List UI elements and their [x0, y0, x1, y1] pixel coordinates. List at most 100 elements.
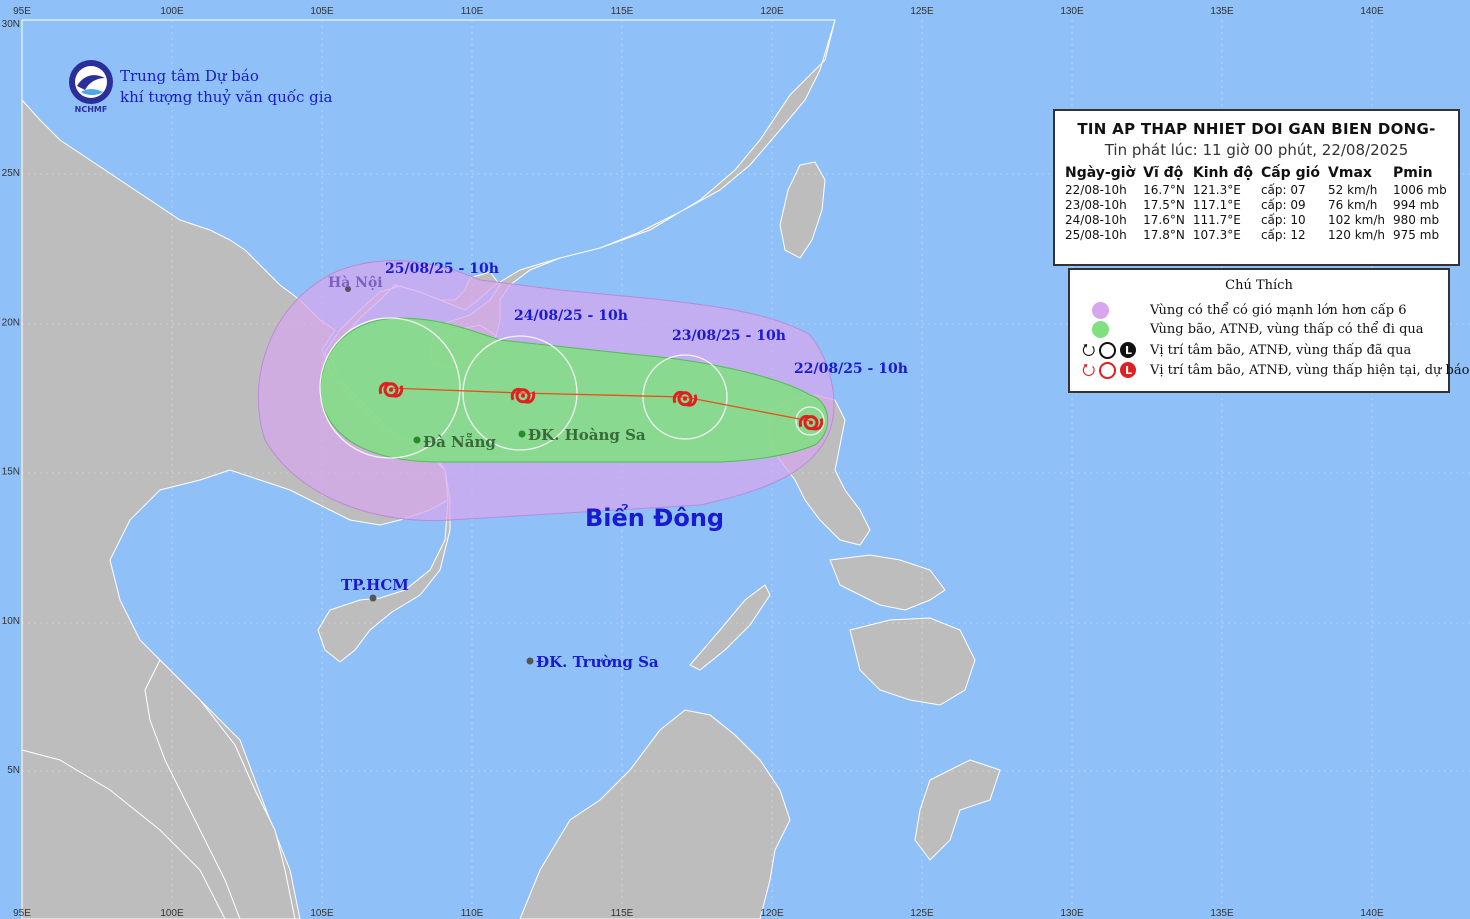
- table-cell: 24/08-10h: [1065, 213, 1127, 227]
- table-header-cell: Vmax: [1328, 165, 1372, 181]
- legend-item-past: ⭮ L Vị trí tâm bão, ATNĐ, vùng thấp đã q…: [1082, 341, 1411, 359]
- table-header-cell: Ngày-giờ: [1065, 165, 1136, 181]
- longitude-label: 140E: [1360, 908, 1384, 919]
- legend-item-storm-zone: Vùng bão, ATNĐ, vùng thấp có thể đi qua: [1082, 320, 1424, 338]
- table-cell: 17.6°N: [1143, 213, 1185, 227]
- legend-item-forecast: ⭮ L Vị trí tâm bão, ATNĐ, vùng thấp hiện…: [1082, 361, 1469, 379]
- longitude-label: 130E: [1060, 6, 1084, 17]
- longitude-label: 125E: [910, 6, 934, 17]
- longitude-label: 95E: [13, 6, 31, 17]
- time-label-2: 23/08/25 - 10h: [672, 328, 786, 344]
- longitude-label: 105E: [310, 908, 334, 919]
- longitude-label: 135E: [1210, 908, 1234, 919]
- legend-item-wind: Vùng có thể có gió mạnh lớn hơn cấp 6: [1082, 301, 1407, 319]
- table-row: 24/08-10h 17.6°N 111.7°E cấp: 10 102 km/h 980…: [1065, 213, 1455, 228]
- longitude-label: 105E: [310, 6, 334, 17]
- hcm-marker: [369, 594, 377, 602]
- table-cell: 980 mb: [1393, 213, 1440, 227]
- table-cell: 120 km/h: [1328, 228, 1386, 242]
- legend-text: Vùng bão, ATNĐ, vùng thấp có thể đi qua: [1150, 321, 1424, 337]
- table-cell: 994 mb: [1393, 198, 1440, 212]
- table-header-cell: Cấp gió: [1260, 165, 1321, 181]
- circle-icon: [1099, 341, 1117, 359]
- table-cell: 107.3°E: [1192, 228, 1241, 242]
- agency-name: Trung tâm Dự báo khí tượng thuỷ văn quốc…: [120, 66, 332, 108]
- latitude-label: 25N: [2, 168, 20, 179]
- longitude-label: 100E: [160, 6, 184, 17]
- low-pressure-icon: L: [1120, 342, 1137, 358]
- latitude-label: 30N: [2, 19, 20, 30]
- table-cell: 1006 mb: [1393, 183, 1447, 197]
- purple-dot-icon: [1092, 301, 1109, 319]
- danang-marker: [413, 436, 421, 444]
- table-cell: cấp: 12: [1260, 228, 1306, 242]
- sea-label: Biển Đông: [585, 502, 724, 532]
- latitude-label: 15N: [2, 467, 20, 478]
- longitude-label: 130E: [1060, 908, 1084, 919]
- table-cell: 25/08-10h: [1065, 228, 1127, 242]
- table-cell: cấp: 07: [1260, 183, 1306, 197]
- table-cell: 17.5°N: [1143, 198, 1185, 212]
- table-header: Ngày-giờ Vĩ độ Kinh độ Cấp gió Vmax Pmin: [1065, 165, 1455, 183]
- logo-text: NCHMF: [75, 105, 108, 114]
- longitude-label: 110E: [461, 908, 484, 919]
- low-pressure-icon: L: [1120, 362, 1137, 378]
- longitude-label: 95E: [13, 908, 31, 919]
- agency-logo: NCHMF: [67, 58, 115, 114]
- table-cell: 102 km/h: [1328, 213, 1386, 227]
- table-cell: cấp: 10: [1260, 213, 1306, 227]
- longitude-label: 120E: [760, 6, 784, 17]
- longitude-label: 120E: [760, 908, 784, 919]
- legend-panel: Chú Thích Vùng có thể có gió mạnh lớn hơ…: [1068, 268, 1469, 393]
- table-cell: 76 km/h: [1328, 198, 1378, 212]
- bulletin-title: TIN AP THAP NHIET DOI GAN BIEN DONG-: [1077, 120, 1436, 138]
- hanoi-label: Hà Nội: [328, 275, 383, 291]
- table-cell: 975 mb: [1393, 228, 1440, 242]
- forecast-table: Ngày-giờ Vĩ độ Kinh độ Cấp gió Vmax Pmin 22/0…: [1065, 165, 1455, 243]
- table-cell: 22/08-10h: [1065, 183, 1127, 197]
- bulletin-panel: TIN AP THAP NHIET DOI GAN BIEN DONG- Tin…: [1053, 109, 1460, 266]
- table-cell: 16.7°N: [1143, 183, 1185, 197]
- table-cell: cấp: 09: [1260, 198, 1306, 212]
- table-cell: 121.3°E: [1192, 183, 1241, 197]
- table-cell: 111.7°E: [1192, 213, 1241, 227]
- legend-text: Vị trí tâm bão, ATNĐ, vùng thấp hiện tại…: [1150, 362, 1470, 378]
- storm-symbol-icon: ⭮: [1082, 340, 1096, 359]
- longitude-label: 140E: [1360, 6, 1384, 17]
- table-row: 23/08-10h 17.5°N 117.1°E cấp: 09 76 km/h 994 …: [1065, 198, 1455, 213]
- longitude-label: 115E: [611, 6, 634, 17]
- bulletin-issued: Tin phát lúc: 11 giờ 00 phút, 22/08/2025: [1104, 141, 1409, 159]
- legend-text: Vị trí tâm bão, ATNĐ, vùng thấp đã qua: [1150, 342, 1412, 358]
- latitude-label: 20N: [2, 317, 20, 328]
- table-header-cell: Vĩ độ: [1143, 165, 1184, 181]
- storm-symbol-icon: ⭮: [1082, 360, 1096, 379]
- longitude-label: 135E: [1210, 6, 1234, 17]
- table-cell: 117.1°E: [1192, 198, 1241, 212]
- legend-text: Vùng có thể có gió mạnh lớn hơn cấp 6: [1150, 302, 1407, 318]
- weather-map: 95E 100E 105E 110E 115E 120E 125E 130E 135E 140E …: [0, 0, 1470, 919]
- hoangsa-label: ĐK. Hoàng Sa: [528, 426, 646, 444]
- latitude-label: 10N: [2, 616, 20, 627]
- longitude-label: 110E: [461, 6, 484, 17]
- circle-icon: [1099, 361, 1117, 379]
- longitude-label: 115E: [611, 908, 634, 919]
- legend-title: Chú Thích: [1225, 278, 1293, 293]
- table-cell: 23/08-10h: [1065, 198, 1127, 212]
- green-dot-icon: [1092, 320, 1109, 338]
- time-label-1: 22/08/25 - 10h: [794, 361, 908, 377]
- agency-line-1: Trung tâm Dự báo: [120, 67, 259, 85]
- truongsa-marker: [526, 657, 534, 665]
- table-row: 25/08-10h 17.8°N 107.3°E cấp: 12 120 km/h 975…: [1065, 228, 1455, 243]
- hoangsa-marker: [518, 430, 526, 438]
- truongsa-label: ĐK. Trường Sa: [536, 653, 659, 671]
- latitude-label: 5N: [7, 765, 20, 776]
- table-header-cell: Pmin: [1393, 165, 1433, 181]
- time-label-4: 25/08/25 - 10h: [385, 261, 499, 277]
- table-row: 22/08-10h 16.7°N 121.3°E cấp: 07 52 km/h 1006…: [1065, 183, 1455, 198]
- agency-line-2: khí tượng thuỷ văn quốc gia: [120, 88, 333, 106]
- time-label-3: 24/08/25 - 10h: [514, 308, 628, 324]
- longitude-label: 100E: [160, 908, 184, 919]
- hcm-label: TP.HCM: [341, 576, 409, 594]
- table-header-cell: Kinh độ: [1192, 165, 1253, 181]
- longitude-label: 125E: [910, 908, 934, 919]
